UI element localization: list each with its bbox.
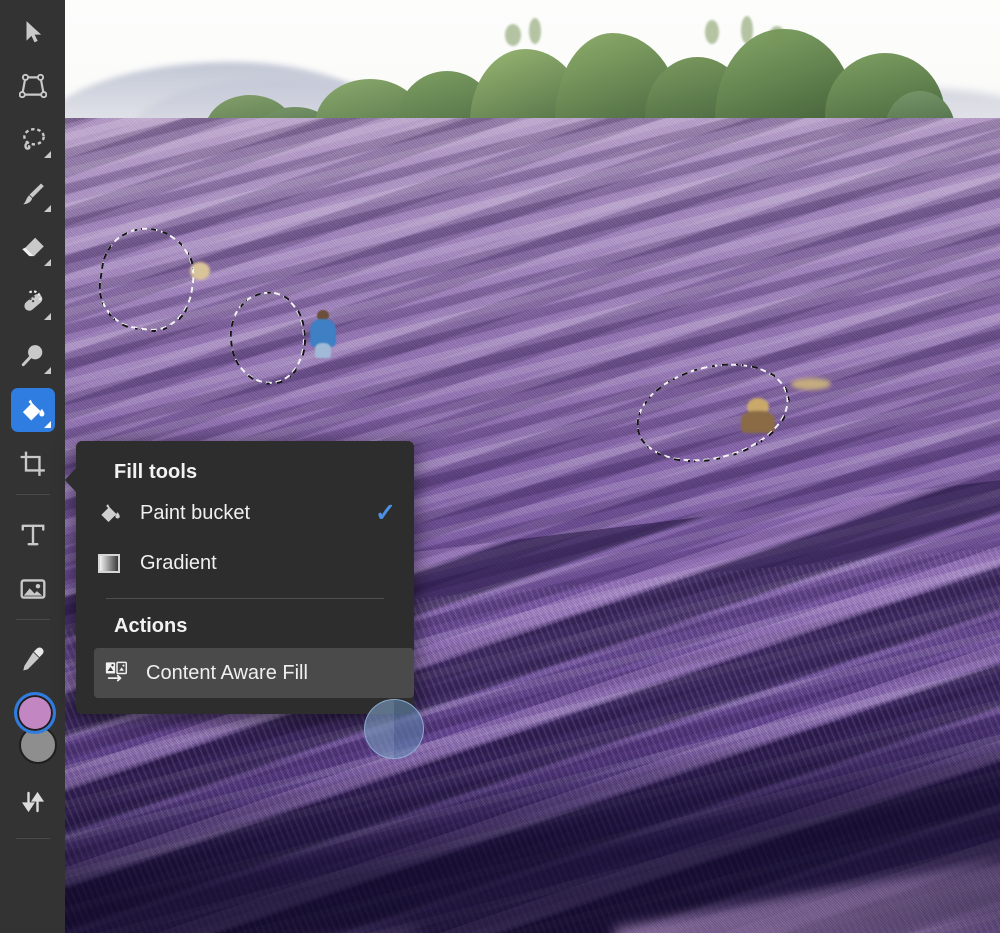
menu-item-label: Content Aware Fill — [146, 661, 308, 684]
flyout-indicator-icon — [43, 151, 51, 158]
tool-crop[interactable] — [11, 442, 55, 486]
content-aware-fill-icon — [104, 660, 134, 686]
tool-swap-colors[interactable] — [11, 780, 55, 824]
flyout-indicator-icon — [43, 205, 51, 212]
paint-bucket-icon — [98, 501, 128, 525]
image-icon — [20, 579, 45, 599]
gradient-icon — [98, 553, 128, 573]
field-subject-4 — [791, 378, 831, 392]
eyedropper-icon — [22, 647, 44, 671]
fill-tools-flyout: Fill tools Paint bucket ✓ Gradient Actio… — [65, 441, 414, 714]
swap-arrows-icon — [21, 791, 44, 813]
tool-brush[interactable] — [11, 172, 55, 216]
checkmark-icon: ✓ — [375, 498, 396, 527]
touch-indicator — [364, 699, 424, 759]
transform-icon — [18, 73, 47, 99]
flyout-title: Fill tools — [114, 461, 198, 483]
flyout-indicator-icon — [43, 421, 51, 428]
menu-divider — [106, 598, 384, 599]
menu-item-content-aware-fill[interactable]: Content Aware Fill — [94, 648, 414, 698]
flyout-indicator-icon — [43, 313, 51, 320]
menu-item-label: Paint bucket — [140, 501, 251, 524]
toolbar-divider — [15, 619, 50, 620]
toolbar-divider — [15, 838, 50, 839]
tool-eraser[interactable] — [11, 226, 55, 270]
eraser-icon — [21, 237, 44, 257]
paintbrush-icon — [22, 183, 44, 205]
field-subject-2 — [308, 310, 338, 358]
tools-toolbar — [0, 0, 65, 933]
menu-item-gradient[interactable]: Gradient — [76, 538, 414, 588]
lasso-select-icon — [22, 128, 45, 150]
toolbar-divider — [15, 494, 50, 495]
tool-select[interactable] — [11, 10, 55, 54]
text-type-icon — [21, 524, 44, 546]
tool-zoom[interactable] — [11, 334, 55, 378]
tool-text[interactable] — [11, 513, 55, 557]
paint-bucket-icon — [22, 399, 44, 421]
menu-item-paint-bucket[interactable]: Paint bucket ✓ — [76, 488, 414, 538]
tool-image[interactable] — [11, 567, 55, 611]
crop-icon — [20, 451, 45, 476]
magnifier-icon — [21, 345, 42, 367]
tool-fill[interactable] — [10, 388, 55, 432]
tool-eyedropper[interactable] — [11, 638, 55, 682]
tool-transform[interactable] — [11, 64, 55, 108]
menu-item-label: Gradient — [140, 551, 217, 574]
tool-lasso[interactable] — [11, 118, 55, 162]
tool-heal[interactable] — [11, 280, 55, 324]
healing-patch-icon — [23, 290, 42, 311]
foreground-color-swatch[interactable] — [13, 692, 56, 734]
app-window: Fill tools Paint bucket ✓ Gradient Actio… — [0, 0, 1000, 933]
cursor-arrow-icon — [26, 21, 41, 43]
color-swatches[interactable] — [10, 692, 57, 764]
flyout-indicator-icon — [43, 367, 51, 374]
actions-section-header: Actions — [114, 615, 188, 637]
flyout-indicator-icon — [43, 259, 51, 266]
